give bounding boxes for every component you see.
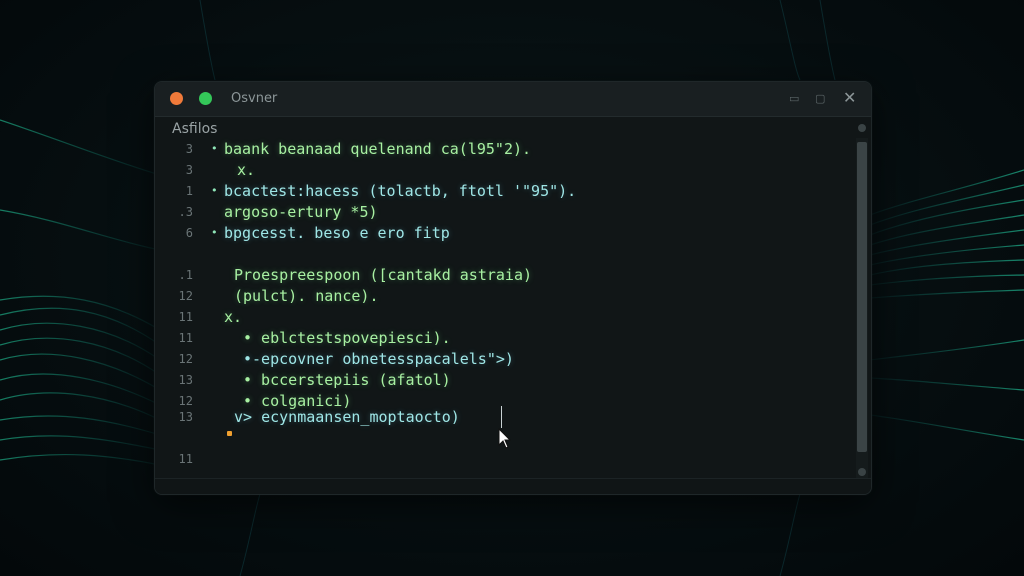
code-line: 12 •-epcovner obnetesspacalels">) bbox=[155, 350, 845, 370]
code-text: bpgcesst. beso e ero fitp bbox=[224, 224, 450, 242]
code-text: • bccerstepiis (afatol) bbox=[243, 371, 451, 389]
scroll-down-icon[interactable] bbox=[858, 468, 866, 476]
code-line: .3 argoso-ertury *5) bbox=[155, 203, 845, 223]
line-number: .1 bbox=[178, 268, 193, 282]
code-text: v> ecynmaansen_moptaocto) bbox=[234, 408, 460, 426]
line-number: 1 bbox=[185, 184, 193, 198]
close-dot-icon[interactable] bbox=[170, 92, 183, 105]
code-line: 11 x. bbox=[155, 308, 845, 328]
editor-window: Osvner ▭ ▢ ✕ Asfilos 3 • baank beanaad q… bbox=[154, 81, 872, 495]
scroll-up-icon[interactable] bbox=[858, 124, 866, 132]
maximize-dot-icon[interactable] bbox=[199, 92, 212, 105]
code-line: 1 • bcactest:hacess (tolactb, ftotl '"95… bbox=[155, 182, 845, 202]
code-line: 3 • baank beanaad quelenand ca(l95"2). bbox=[155, 140, 845, 160]
title-bar: Osvner ▭ ▢ ✕ bbox=[155, 82, 871, 117]
status-bar bbox=[155, 478, 871, 494]
code-text: baank beanaad quelenand ca(l95"2). bbox=[224, 140, 532, 158]
line-number: 6 bbox=[185, 226, 193, 240]
code-line: 11 bbox=[155, 450, 845, 470]
scrollbar-thumb[interactable] bbox=[857, 142, 867, 452]
line-number: 3 bbox=[185, 142, 193, 156]
line-number: 13 bbox=[178, 373, 193, 387]
line-number: .3 bbox=[178, 205, 193, 219]
line-number: 11 bbox=[178, 310, 193, 324]
breakpoint-icon[interactable] bbox=[227, 431, 232, 436]
section-label: Asfilos bbox=[172, 121, 218, 137]
line-number: 3 bbox=[185, 163, 193, 177]
code-line: 6 • bpgcesst. beso e ero fitp bbox=[155, 224, 845, 244]
code-text: x. bbox=[224, 308, 243, 326]
code-text: x. bbox=[237, 161, 256, 179]
code-text: • eblctestspovepiesci). bbox=[243, 329, 451, 347]
bullet-icon: • bbox=[211, 142, 218, 155]
bullet-icon: • bbox=[211, 184, 218, 197]
code-line: 13 v> ecynmaansen_moptaocto) bbox=[155, 408, 845, 428]
mouse-pointer-icon bbox=[498, 428, 512, 449]
window-title: Osvner bbox=[231, 91, 278, 106]
text-caret bbox=[501, 406, 502, 428]
bullet-icon: • bbox=[211, 226, 218, 239]
code-text: Proespreespoon ([cantakd astraia) bbox=[234, 266, 533, 284]
code-line: 13 • bccerstepiis (afatol) bbox=[155, 371, 845, 391]
code-text: bcactest:hacess (tolactb, ftotl '"95"). bbox=[224, 182, 577, 200]
line-number: 11 bbox=[178, 452, 193, 466]
code-text: argoso-ertury *5) bbox=[224, 203, 378, 221]
code-line: 11 • eblctestspovepiesci). bbox=[155, 329, 845, 349]
maximize-icon[interactable]: ▢ bbox=[815, 92, 825, 105]
code-line: .1 Proespreespoon ([cantakd astraia) bbox=[155, 266, 845, 286]
line-number: 11 bbox=[178, 331, 193, 345]
minimize-icon[interactable]: ▭ bbox=[789, 92, 799, 105]
line-number: 12 bbox=[178, 352, 193, 366]
code-text: •-epcovner obnetesspacalels">) bbox=[243, 350, 514, 368]
code-line: 3 x. bbox=[155, 161, 845, 181]
line-number: 13 bbox=[178, 410, 193, 424]
code-text: (pulct). nance). bbox=[234, 287, 379, 305]
line-number: 12 bbox=[178, 289, 193, 303]
close-icon[interactable]: ✕ bbox=[843, 88, 856, 107]
code-line: 12 (pulct). nance). bbox=[155, 287, 845, 307]
line-number: 12 bbox=[178, 394, 193, 408]
